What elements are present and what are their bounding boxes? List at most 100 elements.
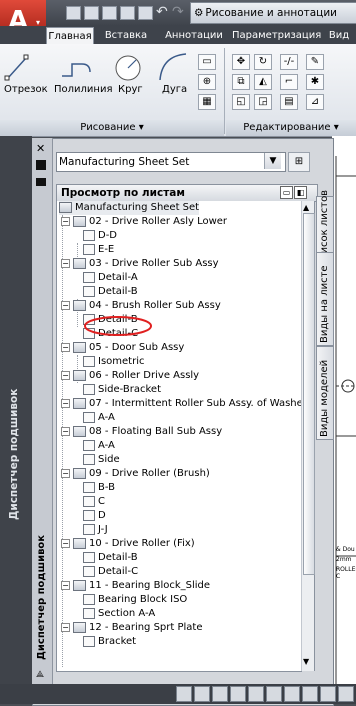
view-item[interactable]: B-B — [83, 481, 115, 495]
sheet-item[interactable]: − 02 - Drive Roller Asly Lower — [61, 215, 227, 229]
scroll-thumb[interactable] — [303, 213, 315, 575]
view-item[interactable]: Detail-C — [83, 565, 138, 579]
tree-root[interactable]: Manufacturing Sheet Set — [59, 201, 200, 215]
preview-icon[interactable]: ◧ — [294, 186, 307, 199]
trim-tool-icon[interactable]: -/- — [280, 54, 298, 70]
sheet-tree[interactable]: Manufacturing Sheet Set −02 - Drive Rolle… — [56, 201, 302, 672]
view-item[interactable]: C — [83, 495, 105, 509]
sheet-item[interactable]: − 09 - Drive Roller (Brush) — [61, 467, 210, 481]
collapse-icon[interactable]: − — [61, 370, 70, 380]
collapse-icon[interactable]: − — [61, 216, 70, 226]
new-file-icon[interactable] — [66, 6, 81, 20]
stretch-tool-icon[interactable]: ◱ — [232, 94, 250, 110]
view-item[interactable]: A-A — [83, 411, 115, 425]
workspace-switcher[interactable]: ⚙ Рисование и аннотации — [190, 2, 356, 24]
tab-model-views[interactable]: Виды моделей — [316, 346, 334, 440]
undo-icon[interactable]: ↶ — [156, 4, 168, 20]
dyn-icon[interactable] — [302, 686, 318, 702]
fillet-tool-icon[interactable]: ⌐ — [280, 74, 298, 90]
collapse-icon[interactable]: − — [61, 538, 70, 548]
view-item[interactable]: D-D — [83, 229, 117, 243]
auto-hide-icon[interactable] — [36, 160, 46, 170]
draw-panel-title[interactable]: Рисование ▾ — [0, 120, 224, 136]
redo-icon[interactable]: ↷ — [172, 4, 184, 20]
sheet-item[interactable]: − 12 - Bearing Sprt Plate — [61, 621, 203, 635]
folder-icon[interactable]: ▭ — [280, 186, 293, 199]
sheet-item[interactable]: − 08 - Floating Ball Sub Assy — [61, 425, 222, 439]
collapse-icon[interactable]: − — [61, 300, 70, 310]
collapse-icon[interactable]: − — [61, 580, 70, 590]
open-file-icon[interactable] — [84, 6, 99, 20]
arc-tool-label[interactable]: Дуга — [162, 84, 187, 95]
array-tool-icon[interactable]: ▤ — [280, 94, 298, 110]
sheet-item[interactable]: − 05 - Door Sub Assy — [61, 341, 184, 355]
osnap-icon[interactable] — [248, 686, 264, 702]
chevron-down-icon[interactable]: ▼ — [264, 153, 281, 169]
rectangle-tool-icon[interactable]: ▭ — [198, 54, 216, 70]
properties-icon[interactable] — [36, 178, 46, 186]
rotate-tool-icon[interactable]: ↻ — [254, 54, 272, 70]
close-icon[interactable]: ✕ — [36, 142, 45, 155]
snap-icon[interactable] — [176, 686, 192, 702]
copy-tool-icon[interactable]: ⧉ — [232, 74, 250, 90]
view-item[interactable]: D — [83, 509, 106, 523]
tree-scrollbar[interactable]: ▲ ▼ — [301, 201, 315, 671]
view-item[interactable]: Detail-A — [83, 271, 138, 285]
save-icon[interactable] — [102, 6, 117, 20]
scroll-down-icon[interactable]: ▼ — [303, 657, 309, 666]
hatch-tool-icon[interactable]: ▦ — [198, 94, 216, 110]
scroll-up-icon[interactable]: ▲ — [303, 203, 309, 212]
polar-icon[interactable] — [230, 686, 246, 702]
move-tool-icon[interactable]: ✥ — [232, 54, 250, 70]
collapse-icon[interactable]: − — [61, 426, 70, 436]
pencil-tool-icon[interactable]: ✎ — [306, 54, 324, 70]
save-as-icon[interactable] — [120, 6, 135, 20]
otrack-icon[interactable] — [266, 686, 282, 702]
offset-tool-icon[interactable]: ⊿ — [306, 94, 324, 110]
sheet-item[interactable]: − 03 - Drive Roller Sub Assy — [61, 257, 219, 271]
mirror-tool-icon[interactable]: ◭ — [254, 74, 272, 90]
view-item[interactable]: Detail-B — [83, 551, 138, 565]
view-item[interactable]: J-J — [83, 523, 108, 537]
collapse-icon[interactable]: − — [61, 342, 70, 352]
tab-insert[interactable]: Вставка — [96, 27, 156, 44]
scale-tool-icon[interactable]: ◲ — [254, 94, 272, 110]
tab-parametric[interactable]: Параметризация — [232, 27, 321, 44]
sheet-set-selector[interactable]: Manufacturing Sheet Set — [56, 152, 286, 172]
view-item[interactable]: Side — [83, 453, 120, 467]
view-item[interactable]: E-E — [83, 243, 114, 257]
view-item[interactable]: Detail-B — [83, 285, 138, 299]
sheet-item[interactable]: − 07 - Intermittent Roller Sub Assy. of W… — [61, 397, 302, 411]
grid-icon[interactable] — [194, 686, 210, 702]
tab-view[interactable]: Вид — [322, 27, 356, 44]
transparency-icon[interactable] — [338, 686, 354, 702]
view-item[interactable]: Section A-A — [83, 607, 155, 621]
modify-panel-title[interactable]: Редактирование ▾ — [226, 120, 356, 136]
sheet-item[interactable]: − 10 - Drive Roller (Fix) — [61, 537, 195, 551]
collapse-icon[interactable]: − — [61, 258, 70, 268]
sheet-item[interactable]: − 11 - Bearing Block_Slide — [61, 579, 210, 593]
polyline-tool-label[interactable]: Полилиния — [54, 84, 112, 95]
sheet-set-options-icon[interactable]: ⊞ — [288, 152, 310, 172]
print-icon[interactable] — [138, 6, 153, 20]
explode-tool-icon[interactable]: ✱ — [306, 74, 324, 90]
view-item[interactable]: Side-Bracket — [83, 383, 161, 397]
ellipse-tool-icon[interactable]: ⊕ — [198, 74, 216, 90]
tab-annotate[interactable]: Аннотации — [160, 27, 228, 44]
line-tool-label[interactable]: Отрезок — [4, 84, 48, 95]
sheet-item[interactable]: − 06 - Roller Drive Assly — [61, 369, 199, 383]
lineweight-icon[interactable] — [320, 686, 336, 702]
ducs-icon[interactable] — [284, 686, 300, 702]
collapse-icon[interactable]: − — [61, 398, 70, 408]
ortho-icon[interactable] — [212, 686, 228, 702]
circle-tool-label[interactable]: Круг — [118, 84, 143, 95]
collapse-icon[interactable]: − — [61, 622, 70, 632]
view-item[interactable]: Isometric — [83, 355, 144, 369]
view-item[interactable]: Bearing Block ISO — [83, 593, 187, 607]
view-item[interactable]: A-A — [83, 439, 115, 453]
collapse-icon[interactable]: − — [61, 468, 70, 478]
sheet-item[interactable]: − 04 - Brush Roller Sub Assy — [61, 299, 221, 313]
view-item[interactable]: Bracket — [83, 635, 136, 649]
tab-sheet-views[interactable]: Виды на листе — [316, 252, 334, 346]
tab-home[interactable]: Главная — [46, 27, 94, 45]
